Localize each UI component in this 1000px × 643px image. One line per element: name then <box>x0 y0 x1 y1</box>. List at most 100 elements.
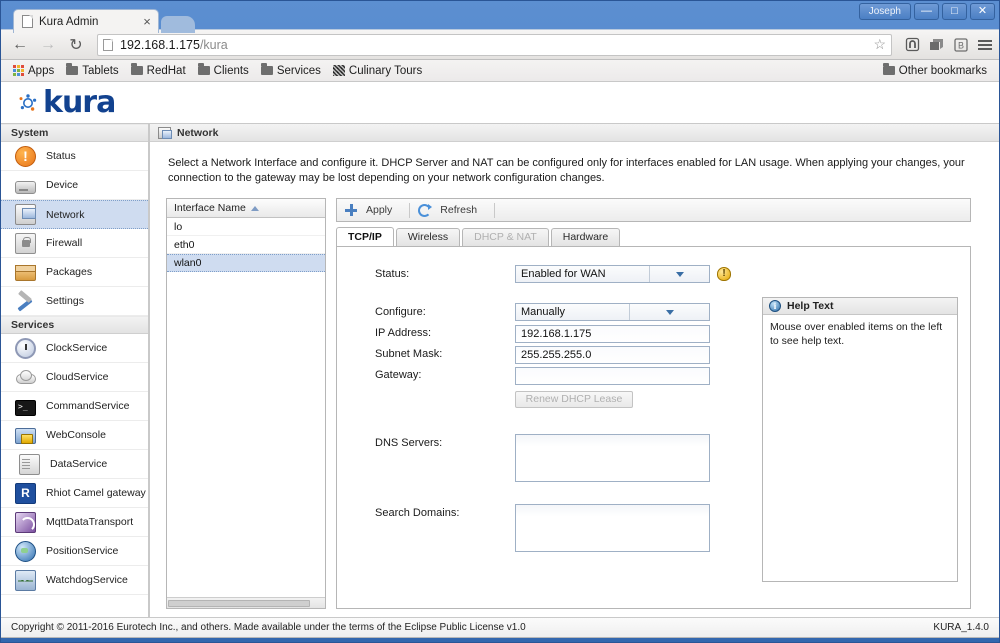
b-icon[interactable]: B <box>952 36 969 53</box>
sidebar-item-label: Packages <box>46 266 92 278</box>
refresh-button[interactable]: Refresh <box>418 204 486 217</box>
search-domains-textarea[interactable] <box>515 504 710 552</box>
horizontal-scrollbar[interactable] <box>167 597 325 608</box>
magnet-icon[interactable] <box>904 36 921 53</box>
sidebar-system-header: System <box>1 124 148 142</box>
close-window-button[interactable]: ✕ <box>970 3 995 20</box>
bookmark-clients[interactable]: Clients <box>192 62 255 80</box>
browser-status-bar <box>1 638 999 642</box>
tab-dhcp-and-nat: DHCP & NAT <box>462 228 549 246</box>
field-search-domains: Search Domains: <box>375 504 754 557</box>
dns-servers-textarea[interactable] <box>515 434 710 482</box>
help-body-text: Mouse over enabled items on the left to … <box>763 315 957 353</box>
bookmark-tablets[interactable]: Tablets <box>60 62 124 80</box>
clock-icon <box>15 338 36 359</box>
bookmark-star-icon[interactable]: ☆ <box>873 36 886 53</box>
sidebar-item-label: Status <box>46 150 76 162</box>
sidebar-item-clockservice[interactable]: ClockService <box>1 334 148 363</box>
new-tab-button[interactable] <box>161 16 195 33</box>
warning-icon <box>717 267 731 281</box>
page-icon <box>22 15 33 28</box>
sidebar-item-webconsole[interactable]: WebConsole <box>1 421 148 450</box>
sidebar-item-cloudservice[interactable]: CloudService <box>1 363 148 392</box>
browser-tab-kura-admin[interactable]: Kura Admin × <box>13 9 159 33</box>
kura-logo[interactable]: kura <box>17 88 115 118</box>
ip-address-input[interactable] <box>515 325 710 343</box>
ip-address-label: IP Address: <box>375 324 515 339</box>
interface-table-header[interactable]: Interface Name <box>167 199 325 218</box>
reload-icon[interactable]: ↻ <box>63 33 89 57</box>
refresh-label: Refresh <box>440 204 477 216</box>
browser-window: Kura Admin × Joseph — □ ✕ ← → ↻ 192.168.… <box>0 0 1000 643</box>
gateway-input[interactable] <box>515 367 710 385</box>
bookmarks-bar: Apps Tablets RedHat Clients Services Cul… <box>1 60 999 82</box>
bookmark-services[interactable]: Services <box>255 62 327 80</box>
apply-button[interactable]: Apply <box>345 204 401 216</box>
sidebar-item-mqttdatatransport[interactable]: MqttDataTransport <box>1 508 148 537</box>
sidebar-item-status[interactable]: Status <box>1 142 148 171</box>
firewall-icon <box>15 233 36 254</box>
network-icon <box>158 127 171 139</box>
user-profile-button[interactable]: Joseph <box>859 3 911 20</box>
bookmark-apps[interactable]: Apps <box>7 62 60 80</box>
sidebar-item-packages[interactable]: Packages <box>1 258 148 287</box>
field-configure: Configure: Manually <box>375 303 754 321</box>
subnet-mask-input[interactable] <box>515 346 710 364</box>
configure-select[interactable]: Manually <box>515 303 710 321</box>
bookmark-label: RedHat <box>147 65 186 77</box>
status-select[interactable]: Enabled for WAN <box>515 265 710 283</box>
windows-stack-icon[interactable] <box>928 36 945 53</box>
sidebar-item-watchdogservice[interactable]: WatchdogService <box>1 566 148 595</box>
sidebar-item-positionservice[interactable]: PositionService <box>1 537 148 566</box>
sidebar-item-settings[interactable]: Settings <box>1 287 148 316</box>
bookmark-culinary-tours[interactable]: Culinary Tours <box>327 62 428 80</box>
sidebar-item-dataservice[interactable]: DataService <box>1 450 148 479</box>
kura-wordmark: kura <box>43 88 115 118</box>
field-status: Status: Enabled for WAN <box>375 265 754 283</box>
webconsole-icon <box>15 428 36 444</box>
table-row[interactable]: lo <box>167 218 325 236</box>
image-icon <box>333 65 345 76</box>
sidebar-item-firewall[interactable]: Firewall <box>1 229 148 258</box>
dns-servers-label: DNS Servers: <box>375 434 515 449</box>
kura-mark-icon <box>17 92 39 114</box>
sidebar-item-label: Firewall <box>46 237 82 249</box>
help-panel-header: Help Text <box>763 298 957 315</box>
close-icon[interactable]: × <box>140 15 154 29</box>
bookmark-label: Apps <box>28 65 54 77</box>
browser-titlebar: Kura Admin × Joseph — □ ✕ <box>1 1 999 29</box>
tab-tcpip[interactable]: TCP/IP <box>336 227 394 246</box>
sidebar-item-device[interactable]: Device <box>1 171 148 200</box>
rhiot-icon <box>15 483 36 504</box>
watchdog-icon <box>15 570 36 591</box>
chevron-down-icon[interactable] <box>629 304 709 320</box>
tab-hardware[interactable]: Hardware <box>551 228 621 246</box>
tab-wireless[interactable]: Wireless <box>396 228 460 246</box>
other-bookmarks-button[interactable]: Other bookmarks <box>877 62 993 80</box>
sidebar-item-commandservice[interactable]: CommandService <box>1 392 148 421</box>
sidebar: System Status Device Network Firewall <box>1 124 149 617</box>
help-title: Help Text <box>787 300 833 312</box>
chevron-down-icon[interactable] <box>649 266 709 282</box>
minimize-button[interactable]: — <box>914 3 939 20</box>
apply-label: Apply <box>366 204 392 216</box>
page-info-icon[interactable] <box>103 39 113 51</box>
table-row[interactable]: eth0 <box>167 236 325 254</box>
interface-name: eth0 <box>174 239 194 251</box>
configuration-tabs: TCP/IP Wireless DHCP & NAT Hardware <box>336 227 971 246</box>
plus-icon <box>345 204 357 216</box>
forward-icon[interactable]: → <box>35 33 61 57</box>
sidebar-item-network[interactable]: Network <box>1 200 148 229</box>
sidebar-item-rhiot-camel-gateway[interactable]: Rhiot Camel gateway <box>1 479 148 508</box>
bookmark-redhat[interactable]: RedHat <box>125 62 192 80</box>
field-dns-servers: DNS Servers: <box>375 434 754 487</box>
address-bar[interactable]: 192.168.1.175 /kura ☆ <box>97 34 892 56</box>
back-icon[interactable]: ← <box>7 33 33 57</box>
version-text: KURA_1.4.0 <box>933 622 989 633</box>
table-row[interactable]: wlan0 <box>167 254 325 272</box>
folder-icon <box>66 66 78 75</box>
work-area: Interface Name lo eth0 wlan0 <box>150 198 999 609</box>
subnet-mask-label: Subnet Mask: <box>375 345 515 360</box>
chrome-menu-icon[interactable] <box>976 36 993 53</box>
maximize-button[interactable]: □ <box>942 3 967 20</box>
